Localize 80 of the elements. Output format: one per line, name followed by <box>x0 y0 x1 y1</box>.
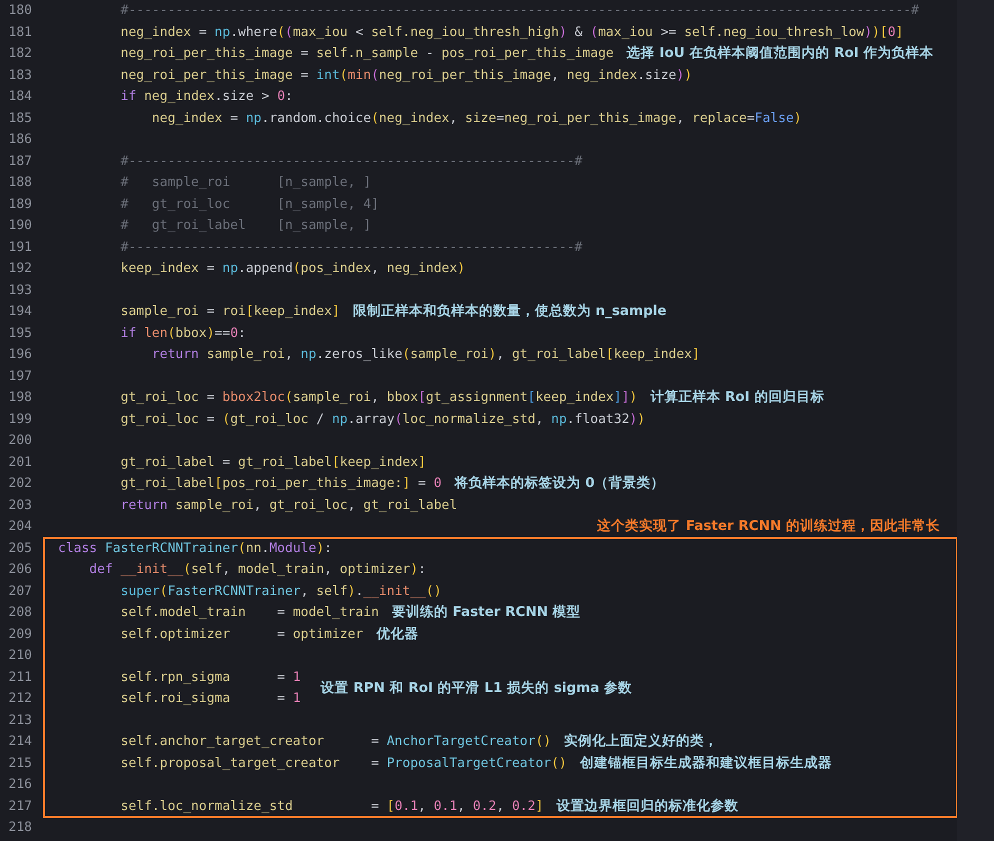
line-number: 187 <box>8 154 32 168</box>
line-number: 189 <box>8 196 32 212</box>
code-line: if neg_index.size > 0: <box>120 88 293 106</box>
line-number: 196 <box>8 347 32 362</box>
line-number: 190 <box>8 218 32 233</box>
line-number: 214 <box>8 734 32 749</box>
line-number: 197 <box>8 368 32 384</box>
line-number: 212 <box>8 691 32 706</box>
line-number: 207 <box>8 584 32 598</box>
line-number: 213 <box>8 712 32 728</box>
code-line: class FasterRCNNTrainer(nn.Module): <box>58 540 332 558</box>
code-line: # gt_roi_loc [n_sample, 4] <box>120 196 379 214</box>
line-number: 193 <box>8 282 32 298</box>
annotation: 选择 IoU 在负样本阈值范围内的 RoI 作为负样本 <box>626 44 934 63</box>
line-number: 208 <box>8 605 32 620</box>
line-number: 188 <box>8 175 32 190</box>
line-number: 218 <box>8 820 32 835</box>
code-line: gt_roi_loc = bbox2loc(sample_roi, bbox[gt_assignment[keep_index]]) <box>120 389 638 407</box>
code-line: neg_index = np.random.choice(neg_index, size=neg_roi_per_this_image, replace=False) <box>150 110 802 128</box>
line-number: 217 <box>8 798 32 814</box>
line-number: 215 <box>8 756 32 770</box>
line-number: 185 <box>8 110 32 126</box>
code-line: #----------------------------------------------------------------------------------------------------# <box>120 2 919 20</box>
code-line: super(FasterRCNNTrainer, self).__init__() <box>120 582 442 600</box>
line-number: 198 <box>8 390 32 405</box>
annotation: 实例化上面定义好的类， <box>564 732 718 751</box>
code-line: self.model_train = model_train <box>120 604 379 622</box>
line-number: 186 <box>8 132 32 147</box>
line-number: 199 <box>8 412 32 426</box>
line-number: 210 <box>8 648 32 663</box>
code-line: return sample_roi, gt_roi_loc, gt_roi_label <box>120 496 458 514</box>
line-number: 181 <box>8 24 32 40</box>
line-number: 203 <box>8 498 32 512</box>
annotation: 设置 RPN 和 RoI 的平滑 L1 损失的 sigma 参数 <box>320 678 632 698</box>
code-line: neg_roi_per_this_image = self.n_sample - pos_roi_per_this_image <box>120 45 614 63</box>
annotation: 这个类实现了 Faster RCNN 的训练过程，因此非常长 <box>597 517 940 536</box>
line-number: 205 <box>8 540 32 556</box>
annotation: 创建锚框目标生成器和建议框目标生成器 <box>580 754 832 772</box>
annotation: 限制正样本和负样本的数量，使总数为 n_sample <box>352 302 667 321</box>
code-line: keep_index = np.append(pos_index, neg_index) <box>120 260 466 278</box>
annotation: 计算正样本 RoI 的回归目标 <box>650 388 824 407</box>
code-line: self.anchor_target_creator = AnchorTargetCreator() <box>120 733 552 751</box>
line-number: 194 <box>8 304 32 319</box>
code-line: neg_roi_per_this_image = int(min(neg_roi_per_this_image, neg_index.size)) <box>120 66 692 84</box>
line-number: 201 <box>8 454 32 470</box>
line-number: 183 <box>8 68 32 82</box>
line-number: 211 <box>8 670 32 684</box>
annotation: 要训练的 Faster RCNN 模型 <box>392 603 581 622</box>
line-number: 195 <box>8 326 32 340</box>
line-number: 200 <box>8 433 32 448</box>
code-line: self.loc_normalize_std = [0.1, 0.1, 0.2, 0.2] <box>120 798 544 816</box>
line-number: 191 <box>8 240 32 254</box>
code-line: def __init__(self, model_train, optimizer): <box>88 561 426 579</box>
annotation: 优化器 <box>376 624 418 644</box>
line-number: 184 <box>8 89 32 104</box>
code-line: self.optimizer = optimizer <box>120 626 364 644</box>
code-line: neg_index = np.where((max_iou < self.neg_iou_thresh_high) & (max_iou >= self.neg_iou_thresh_low))[0] <box>120 24 904 42</box>
line-number: 182 <box>8 46 32 61</box>
code-line: # gt_roi_label [n_sample, ] <box>120 217 372 235</box>
code-line: return sample_roi, np.zeros_like(sample_roi), gt_roi_label[keep_index] <box>150 346 700 364</box>
annotation: 将负样本的标签设为 0（背景类） <box>454 474 665 493</box>
code-line: #---------------------------------------------------------# <box>120 152 582 170</box>
code-line: self.proposal_target_creator = ProposalTargetCreator() <box>120 754 567 772</box>
line-number: 209 <box>8 626 32 642</box>
code-line: if len(bbox)==0: <box>120 324 246 342</box>
line-number: 180 <box>8 3 32 18</box>
code-line: self.rpn_sigma = 1 <box>120 668 301 686</box>
line-number: 192 <box>8 261 32 276</box>
line-number: 202 <box>8 476 32 491</box>
code-line: gt_roi_label = gt_roi_label[keep_index] <box>120 454 426 472</box>
code-line: gt_roi_loc = (gt_roi_loc / np.array(loc_normalize_std, np.float32)) <box>120 410 646 428</box>
code-line: #---------------------------------------------------------# <box>120 238 582 256</box>
annotation: 设置边界框回归的标准化参数 <box>556 796 738 816</box>
line-number: 204 <box>8 519 32 534</box>
code-line: sample_roi = roi[keep_index] <box>120 303 340 321</box>
code-line: gt_roi_label[pos_roi_per_this_image:] = 0 <box>120 475 442 493</box>
code-line: # sample_roi [n_sample, ] <box>120 174 372 192</box>
line-number: 206 <box>8 562 32 577</box>
code-line: self.roi_sigma = 1 <box>120 690 301 708</box>
line-number: 216 <box>8 777 32 792</box>
